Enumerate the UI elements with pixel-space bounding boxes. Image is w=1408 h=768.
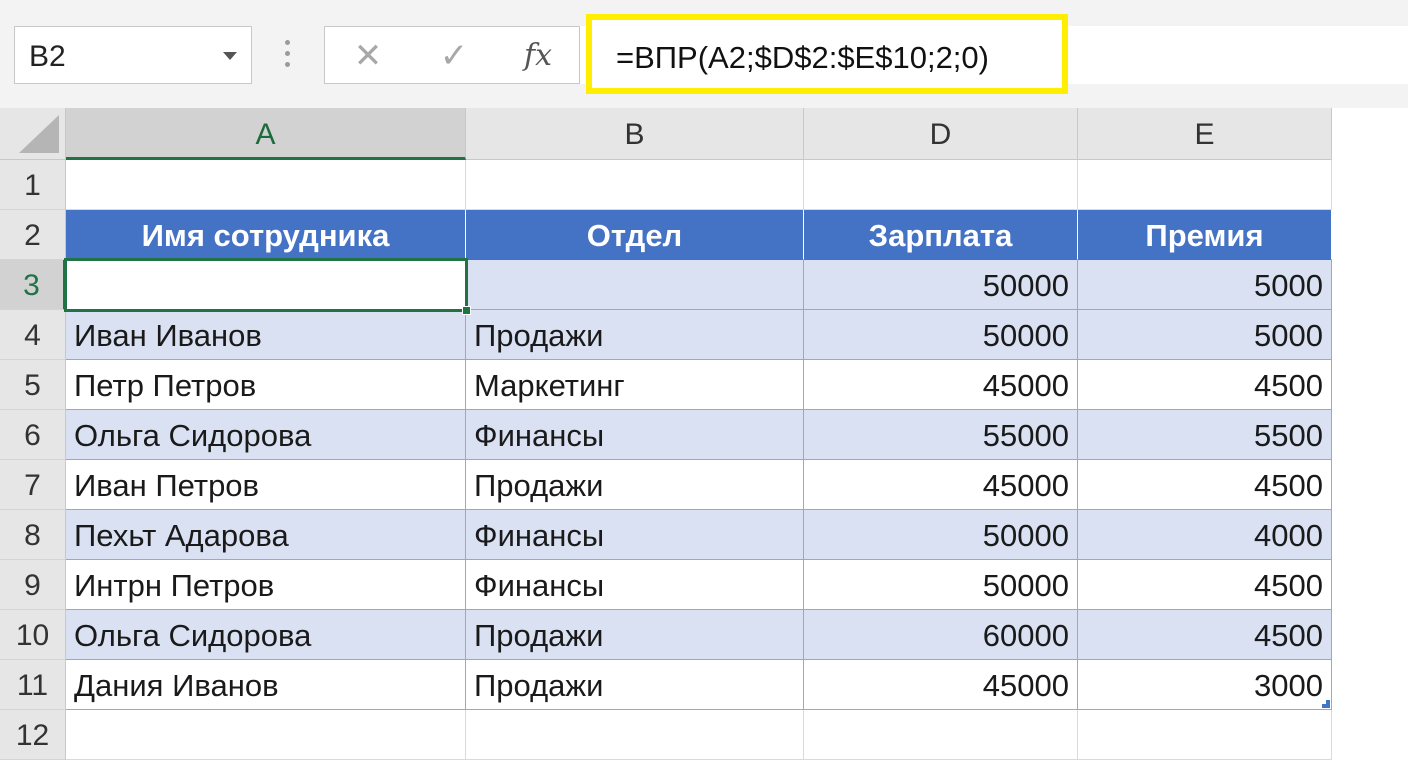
cell-d1[interactable] bbox=[804, 160, 1078, 210]
table-cell[interactable]: 45000 bbox=[804, 660, 1078, 710]
table-cell[interactable]: Продажи bbox=[466, 660, 804, 710]
cell-b12[interactable] bbox=[466, 710, 804, 760]
table-cell[interactable]: Продажи bbox=[466, 460, 804, 510]
table-cell[interactable]: 55000 bbox=[804, 410, 1078, 460]
row-header-5[interactable]: 5 bbox=[0, 360, 66, 410]
table-cell[interactable] bbox=[466, 260, 804, 310]
table-cell[interactable]: 50000 bbox=[804, 560, 1078, 610]
cell-d12[interactable] bbox=[804, 710, 1078, 760]
table-cell[interactable]: 45000 bbox=[804, 460, 1078, 510]
cell-e12[interactable] bbox=[1078, 710, 1332, 760]
table-cell[interactable]: 50000 bbox=[804, 510, 1078, 560]
column-header-d[interactable]: D bbox=[804, 108, 1078, 160]
table-cell[interactable]: 45000 bbox=[804, 360, 1078, 410]
name-box-value: B2 bbox=[29, 40, 66, 73]
table-cell[interactable]: 60000 bbox=[804, 610, 1078, 660]
row-header-3[interactable]: 3 bbox=[0, 260, 66, 310]
table-cell[interactable]: Маркетинг bbox=[466, 360, 804, 410]
selected-cell-outline[interactable] bbox=[64, 258, 471, 315]
enter-icon[interactable]: ✓ bbox=[431, 33, 477, 79]
table-header-department[interactable]: Отдел bbox=[466, 210, 804, 260]
table-cell[interactable]: 3000 bbox=[1078, 660, 1332, 710]
fill-handle[interactable] bbox=[462, 306, 471, 315]
insert-function-icon[interactable]: fx bbox=[515, 33, 561, 79]
cell-e1[interactable] bbox=[1078, 160, 1332, 210]
column-header-b[interactable]: B bbox=[466, 108, 804, 160]
table-cell[interactable]: Иван Иванов bbox=[66, 310, 466, 360]
table-cell[interactable]: Финансы bbox=[466, 510, 804, 560]
table-cell[interactable]: Продажи bbox=[466, 610, 804, 660]
drag-handle-icon[interactable] bbox=[280, 40, 294, 72]
spreadsheet-grid: A B D E 1 2 3 4 5 6 7 8 9 10 11 12 Имя с… bbox=[0, 108, 1408, 768]
cell-a12[interactable] bbox=[66, 710, 466, 760]
table-cell[interactable]: Финансы bbox=[466, 560, 804, 610]
row-header-2[interactable]: 2 bbox=[0, 210, 66, 260]
chevron-down-icon[interactable] bbox=[223, 52, 237, 60]
table-cell[interactable]: 4500 bbox=[1078, 610, 1332, 660]
table-cell[interactable]: 5500 bbox=[1078, 410, 1332, 460]
select-all-triangle-icon bbox=[19, 115, 59, 153]
table-cell[interactable]: Продажи bbox=[466, 310, 804, 360]
row-header-12[interactable]: 12 bbox=[0, 710, 66, 760]
row-header-11[interactable]: 11 bbox=[0, 660, 66, 710]
table-cell[interactable]: 5000 bbox=[1078, 310, 1332, 360]
table-cell[interactable]: Ольга Сидорова bbox=[66, 610, 466, 660]
table-cell[interactable]: Петр Петров bbox=[66, 360, 466, 410]
table-cell[interactable]: 4500 bbox=[1078, 560, 1332, 610]
table-header-salary[interactable]: Зарплата bbox=[804, 210, 1078, 260]
row-header-4[interactable]: 4 bbox=[0, 310, 66, 360]
formula-buttons: ✕ ✓ fx bbox=[324, 26, 580, 84]
column-header-empty bbox=[1332, 108, 1408, 160]
formula-bar-area: B2 ✕ ✓ fx =ВПР(A2;$D$2:$E$10;2;0) bbox=[0, 0, 1408, 108]
table-cell[interactable]: Иван Петров bbox=[66, 460, 466, 510]
table-header-bonus[interactable]: Премия bbox=[1078, 210, 1332, 260]
table-cell[interactable]: 50000 bbox=[804, 260, 1078, 310]
table-cell[interactable]: 4000 bbox=[1078, 510, 1332, 560]
table-cell[interactable]: Интрн Петров bbox=[66, 560, 466, 610]
row-header-6[interactable]: 6 bbox=[0, 410, 66, 460]
table-cell[interactable]: Пехьт Адарова bbox=[66, 510, 466, 560]
table-header-name[interactable]: Имя сотрудника bbox=[66, 210, 466, 260]
table-resize-handle[interactable] bbox=[1322, 700, 1330, 708]
cell-a1[interactable] bbox=[66, 160, 466, 210]
formula-text: =ВПР(A2;$D$2:$E$10;2;0) bbox=[616, 40, 989, 75]
table-cell[interactable]: Финансы bbox=[466, 410, 804, 460]
row-header-10[interactable]: 10 bbox=[0, 610, 66, 660]
table-cell[interactable]: 50000 bbox=[804, 310, 1078, 360]
row-header-7[interactable]: 7 bbox=[0, 460, 66, 510]
select-all-corner[interactable] bbox=[0, 108, 66, 160]
cancel-icon[interactable]: ✕ bbox=[345, 33, 391, 79]
table-cell[interactable]: Ольга Сидорова bbox=[66, 410, 466, 460]
table-cell[interactable]: 5000 bbox=[1078, 260, 1332, 310]
column-header-e[interactable]: E bbox=[1078, 108, 1332, 160]
table-cell[interactable]: Дания Иванов bbox=[66, 660, 466, 710]
formula-highlight-box[interactable]: =ВПР(A2;$D$2:$E$10;2;0) bbox=[586, 14, 1068, 94]
table-cell[interactable]: 4500 bbox=[1078, 460, 1332, 510]
cell-b1[interactable] bbox=[466, 160, 804, 210]
row-header-1[interactable]: 1 bbox=[0, 160, 66, 210]
table-cell[interactable]: 4500 bbox=[1078, 360, 1332, 410]
row-header-9[interactable]: 9 bbox=[0, 560, 66, 610]
column-header-a[interactable]: A bbox=[66, 108, 466, 160]
row-header-8[interactable]: 8 bbox=[0, 510, 66, 560]
name-box[interactable]: B2 bbox=[14, 26, 252, 84]
